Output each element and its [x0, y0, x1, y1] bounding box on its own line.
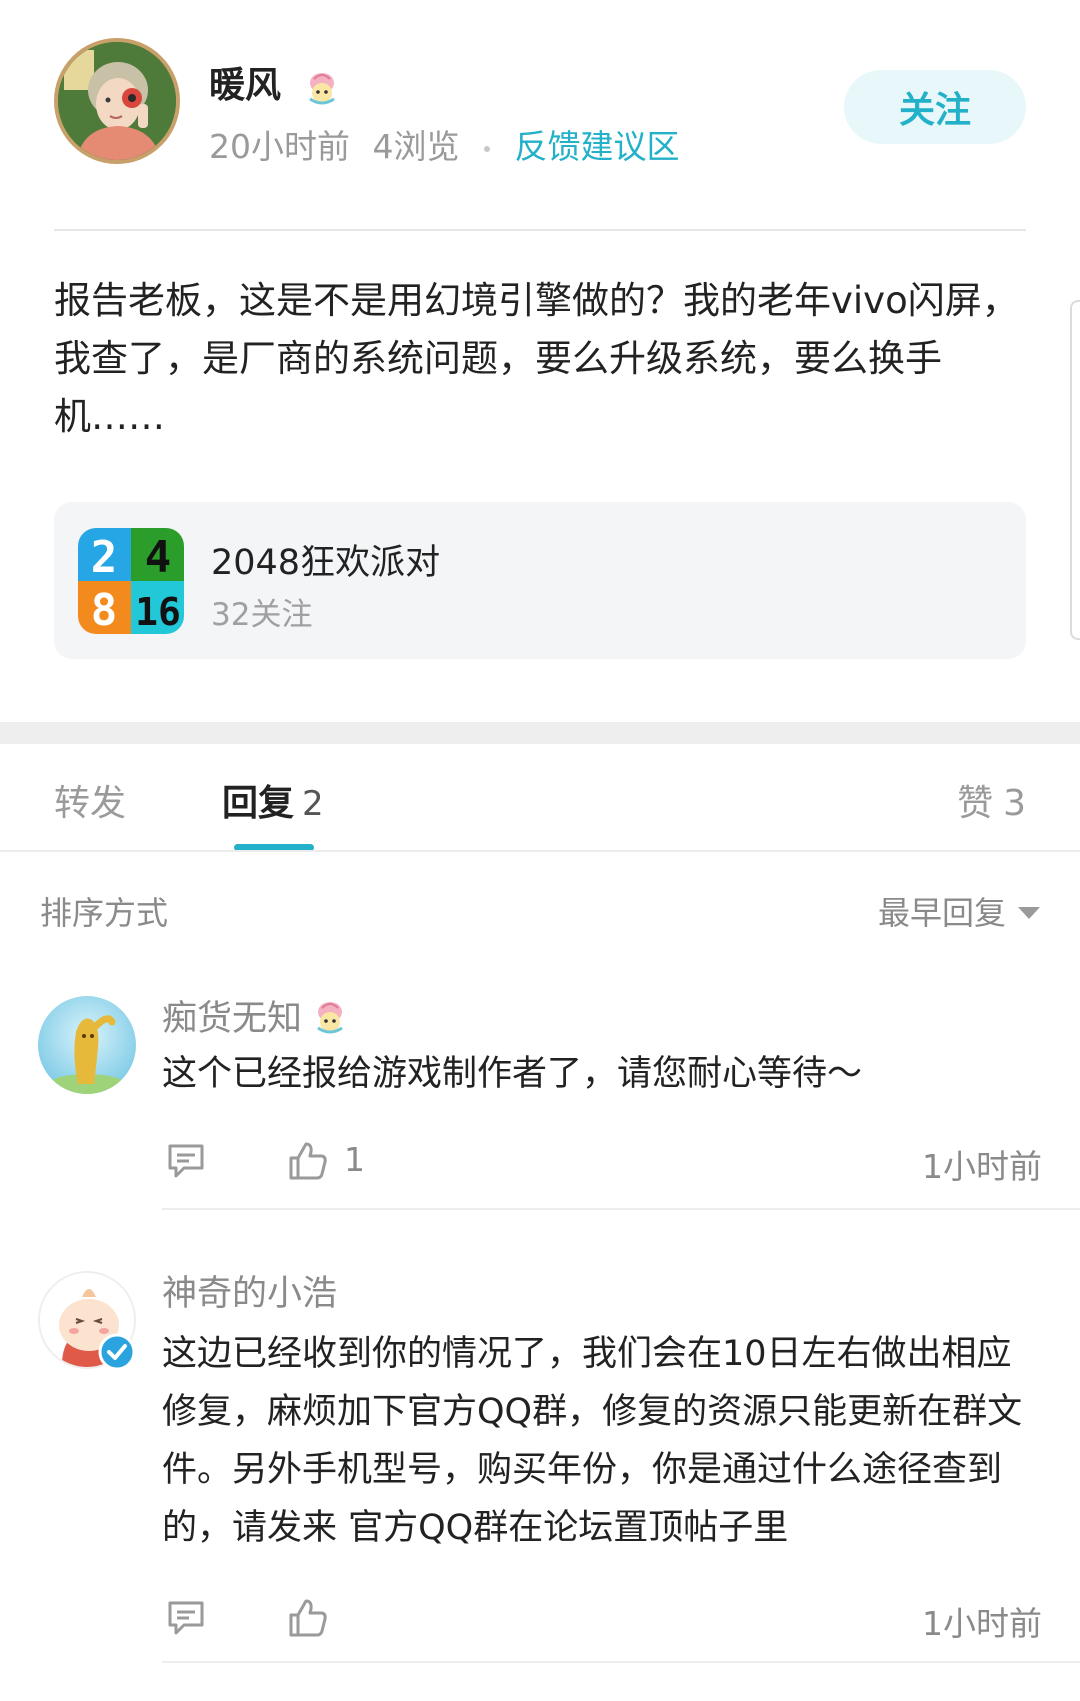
comment-bubble-icon[interactable]	[164, 1595, 208, 1639]
comment-item: 神奇的小浩 这边已经收到你的情况了，我们会在10日左右做出相应修复，麻烦加下官方…	[0, 1265, 1080, 1665]
meta-separator	[484, 145, 490, 152]
comment-time: 1小时前	[922, 1604, 1042, 1643]
tab-forward-label: 转发	[54, 783, 127, 824]
game-followers: 32关注	[211, 597, 313, 633]
commenter-name[interactable]: 神奇的小浩	[162, 1265, 337, 1316]
game-icon-digit: 8	[91, 585, 118, 634]
tab-like-count: 3	[1003, 783, 1026, 824]
comment-text: 这边已经收到你的情况了，我们会在10日左右做出相应修复，麻烦加下官方QQ群，修复…	[162, 1334, 1023, 1548]
section-link[interactable]: 反馈建议区	[515, 127, 680, 166]
comment-actions: 1小时前	[162, 1595, 1042, 1645]
tabs-divider	[0, 850, 1080, 852]
thumbs-up-icon[interactable]	[286, 1138, 330, 1182]
comment-item: 痴货无知 这个已经报给游戏制作者了，请您耐心等待～ 1 1小时前	[0, 990, 1080, 1210]
follow-button[interactable]: 关注	[844, 70, 1026, 144]
thumbs-up-icon[interactable]	[286, 1595, 330, 1639]
sort-dropdown[interactable]: 最早回复	[878, 888, 1040, 934]
comment-bubble-icon[interactable]	[164, 1138, 208, 1182]
post-time: 20小时前	[209, 127, 350, 166]
tab-reply-count: 2	[302, 784, 324, 824]
tab-like-label: 赞	[957, 783, 994, 824]
level-badge-icon	[304, 69, 340, 105]
scroll-edge-handle	[1070, 300, 1080, 640]
game-icon: 2 4 8 16	[78, 528, 184, 634]
comment-text: 这个已经报给游戏制作者了，请您耐心等待～	[162, 1054, 863, 1094]
game-icon-digit: 4	[145, 532, 172, 583]
tab-like[interactable]: 赞3	[957, 774, 1026, 826]
comment-divider	[162, 1208, 1080, 1210]
section-gap	[0, 722, 1080, 744]
post-meta: 20小时前 4浏览 反馈建议区	[209, 120, 680, 168]
sort-label: 排序方式	[40, 894, 169, 932]
tab-reply[interactable]: 回复 2	[222, 774, 324, 826]
header-divider	[54, 229, 1026, 231]
commenter-name[interactable]: 痴货无知	[162, 990, 348, 1041]
post-body: 报告老板，这是不是用幻境引擎做的？我的老年vivo闪屏，我查了，是厂商的系统问题…	[54, 279, 1019, 438]
comment-time: 1小时前	[922, 1147, 1042, 1186]
level-badge-icon	[312, 998, 348, 1034]
comment-actions: 1 1小时前	[162, 1138, 1042, 1188]
post-views: 4浏览	[372, 127, 460, 166]
author-name-text: 暖风	[209, 65, 282, 106]
post-author-row: 暖风 20小时前 4浏览 反馈建议区 关注	[54, 38, 1026, 168]
tab-reply-label: 回复	[222, 783, 295, 824]
author-name[interactable]: 暖风	[209, 56, 340, 108]
commenter-name-text: 神奇的小浩	[162, 1274, 338, 1314]
verified-check-icon	[98, 1333, 136, 1371]
game-icon-digit: 16	[135, 590, 181, 634]
caret-down-icon	[1018, 907, 1040, 919]
commenter-name-text: 痴货无知	[162, 999, 303, 1039]
commenter-avatar[interactable]	[38, 996, 136, 1094]
game-title: 2048狂欢派对	[211, 543, 441, 583]
game-icon-digit: 2	[91, 532, 118, 583]
game-card[interactable]: 2 4 8 16 2048狂欢派对 32关注	[54, 502, 1026, 659]
post-tabs: 转发 回复 2 赞3	[0, 744, 1080, 852]
comment-like-count: 1	[344, 1140, 365, 1179]
comment-divider	[162, 1661, 1080, 1663]
sort-selected-value: 最早回复	[877, 894, 1006, 932]
tab-forward[interactable]: 转发	[54, 774, 126, 826]
author-avatar[interactable]	[54, 38, 180, 164]
